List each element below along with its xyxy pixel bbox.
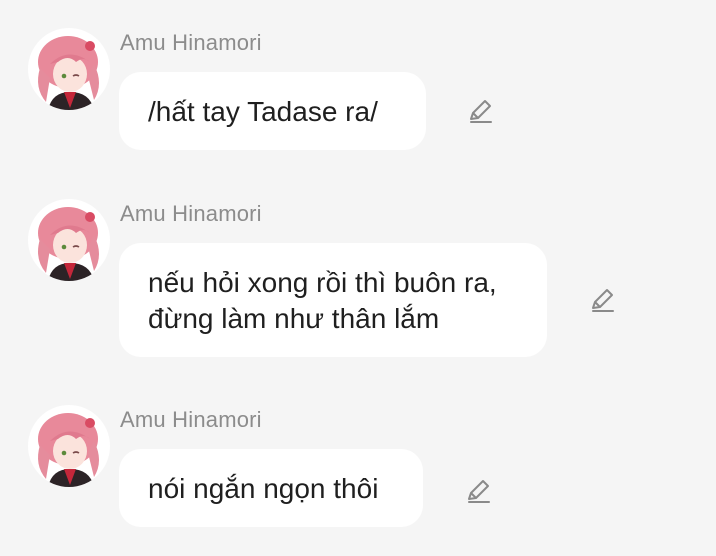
anime-girl-avatar-icon [38,36,99,110]
pencil-edit-icon[interactable] [587,285,617,315]
message-item: Amu Hinamori nếu hỏi xong rồi thì buôn r… [0,199,716,369]
message-text-line: nếu hỏi xong rồi thì buôn ra, [148,267,497,298]
message-item: Amu Hinamori /hất tay Tadase ra/ [0,28,716,158]
sender-name: Amu Hinamori [120,201,262,226]
message-bubble[interactable]: /hất tay Tadase ra/ [119,72,426,150]
anime-girl-avatar-icon [38,207,99,281]
avatar[interactable] [28,199,110,281]
message-item: Amu Hinamori nói ngắn ngọn thôi [0,405,716,535]
message-feed: Amu Hinamori /hất tay Tadase ra/ Amu Hin… [0,0,716,556]
message-text: nói ngắn ngọn thôi [148,473,379,504]
sender-name: Amu Hinamori [120,407,262,432]
anime-girl-avatar-icon [38,413,99,487]
pencil-edit-icon[interactable] [465,96,495,126]
message-bubble[interactable]: nói ngắn ngọn thôi [119,449,423,527]
message-text: /hất tay Tadase ra/ [148,96,378,127]
avatar[interactable] [28,28,110,110]
message-text-line: đừng làm như thân lắm [148,303,440,334]
sender-name: Amu Hinamori [120,30,262,55]
avatar[interactable] [28,405,110,487]
message-bubble[interactable]: nếu hỏi xong rồi thì buôn ra, đừng làm n… [119,243,547,357]
pencil-edit-icon[interactable] [463,476,493,506]
